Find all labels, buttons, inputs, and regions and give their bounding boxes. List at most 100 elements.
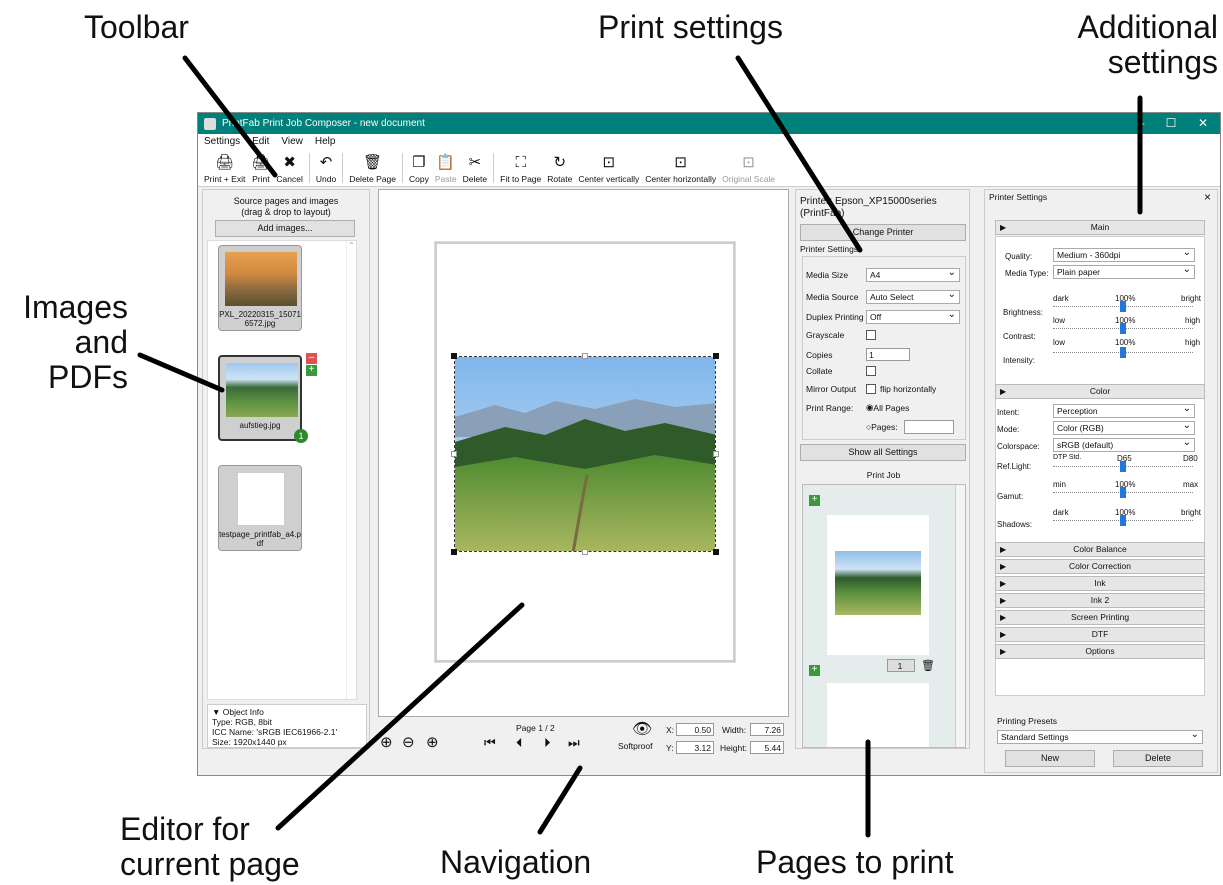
media-type-select[interactable]: Plain paper	[1053, 263, 1195, 279]
zoom-out-icon[interactable]: ⊖	[402, 733, 415, 751]
toolbar-center-horizontally-button[interactable]: ⊡ Center horizontally	[642, 150, 719, 186]
remove-icon[interactable]: –	[306, 353, 317, 364]
thumb-testpage[interactable]: testpage_printfab_a4.pdf	[218, 465, 302, 551]
insert-page-icon[interactable]: +	[809, 665, 820, 676]
resize-handle[interactable]	[713, 451, 719, 457]
contrast-slider[interactable]	[1053, 320, 1193, 336]
menu-edit[interactable]: Edit	[252, 136, 269, 147]
add-icon[interactable]: +	[306, 365, 317, 376]
first-page-icon[interactable]: ⏮	[484, 735, 496, 751]
page-editor[interactable]	[378, 189, 789, 717]
brightness-slider[interactable]	[1053, 298, 1193, 314]
toolbar-rotate-button[interactable]: ↻ Rotate	[544, 150, 575, 186]
quality-select[interactable]: Medium - 360dpi	[1053, 246, 1195, 262]
toolbar-undo-button[interactable]: ↶ Undo	[313, 150, 339, 186]
toolbar-delete-page-button[interactable]: 🗑 Delete Page	[346, 150, 399, 186]
section-screen-printing[interactable]: ▶ Screen Printing	[995, 610, 1205, 625]
toolbar-center-vertically-button[interactable]: ⊡ Center vertically	[575, 150, 642, 186]
last-page-icon[interactable]: ⏭	[568, 735, 580, 751]
section-dtf[interactable]: ▶ DTF	[995, 627, 1205, 642]
change-printer-button[interactable]: Change Printer	[800, 224, 966, 241]
toolbar-cancel-button[interactable]: ✖ Cancel	[273, 150, 305, 186]
resize-handle[interactable]	[582, 549, 588, 555]
delete-preset-button[interactable]: Delete	[1113, 750, 1203, 767]
toolbar-label: Print + Exit	[204, 174, 246, 184]
job-scrollbar[interactable]	[955, 485, 965, 747]
job-copies[interactable]: 1	[887, 659, 915, 672]
section-color[interactable]: ▶ Color	[995, 384, 1205, 399]
zoom-in-icon[interactable]: ⊕	[426, 733, 439, 751]
panel-close-icon[interactable]: ×	[1204, 190, 1211, 204]
x-label: X:	[666, 725, 675, 735]
resize-handle[interactable]	[451, 353, 457, 359]
thumb-aufstieg[interactable]: aufstieg.jpg – + 1	[218, 353, 317, 443]
print-job-list[interactable]: + 1 🗑 +	[802, 484, 966, 748]
menu-help[interactable]: Help	[315, 136, 336, 147]
colorspace-select[interactable]: sRGB (default)	[1053, 436, 1195, 452]
resize-handle[interactable]	[582, 353, 588, 359]
toolbar-label: Center vertically	[578, 174, 640, 184]
media-size-select[interactable]: A4	[866, 266, 960, 282]
job-page-2[interactable]	[827, 683, 929, 747]
resize-handle[interactable]	[451, 549, 457, 555]
thumb-scrollbar[interactable]: ⌃	[346, 241, 356, 699]
section-color-correction[interactable]: ▶ Color Correction	[995, 559, 1205, 574]
intensity-slider[interactable]	[1053, 344, 1193, 360]
grayscale-checkbox[interactable]	[866, 330, 876, 340]
resize-handle[interactable]	[451, 451, 457, 457]
minimize-icon[interactable]: –	[1126, 113, 1156, 134]
all-pages-radio[interactable]: ◉	[866, 402, 873, 413]
media-source-select[interactable]: Auto Select	[866, 288, 960, 304]
job-page-1[interactable]	[827, 515, 929, 655]
toolbar-delete-button[interactable]: ✂ Delete	[460, 150, 491, 186]
section-options[interactable]: ▶ Options	[995, 644, 1205, 659]
trash-icon[interactable]: 🗑	[921, 659, 935, 672]
source-thumbnail-list[interactable]: PXL_20220315_150716572.jpg aufstieg.jpg …	[207, 240, 357, 700]
intent-select[interactable]: Perception	[1053, 402, 1195, 418]
reflight-label: Ref.Light:	[997, 462, 1032, 471]
mirror-checkbox[interactable]	[866, 384, 876, 394]
height-field[interactable]: 5.44	[750, 741, 784, 754]
insert-page-icon[interactable]: +	[809, 495, 820, 506]
reflight-slider[interactable]	[1053, 458, 1193, 474]
maximize-icon[interactable]: ☐	[1156, 113, 1186, 134]
shadows-slider[interactable]	[1053, 512, 1193, 528]
collapse-icon[interactable]: ▼	[212, 707, 223, 717]
next-page-icon[interactable]: ⏵	[544, 735, 551, 751]
close-icon[interactable]: ✕	[1188, 113, 1218, 134]
gamut-slider[interactable]	[1053, 484, 1193, 500]
section-color-balance[interactable]: ▶ Color Balance	[995, 542, 1205, 557]
mode-select[interactable]: Color (RGB)	[1053, 419, 1195, 435]
preset-select[interactable]: Standard Settings	[997, 728, 1203, 744]
show-all-settings-button[interactable]: Show all Settings	[800, 444, 966, 461]
toolbar-copy-button[interactable]: ❐ Copy	[406, 150, 432, 186]
collate-checkbox[interactable]	[866, 366, 876, 376]
toolbar-fit-to-page-button[interactable]: ⛶ Fit to Page	[497, 150, 544, 186]
eye-icon[interactable]: 👁	[632, 719, 652, 739]
toolbar-print-exit-button[interactable]: 🖨 Print + Exit	[201, 150, 248, 186]
thumb-pxl[interactable]: PXL_20220315_150716572.jpg	[218, 245, 302, 331]
menu-settings[interactable]: Settings	[204, 136, 240, 147]
duplex-select[interactable]: Off	[866, 308, 960, 324]
section-ink[interactable]: ▶ Ink	[995, 576, 1205, 591]
resize-handle[interactable]	[713, 549, 719, 555]
menu-view[interactable]: View	[281, 136, 303, 147]
section-ink-2[interactable]: ▶ Ink 2	[995, 593, 1205, 608]
resize-handle[interactable]	[713, 353, 719, 359]
placed-image[interactable]	[454, 356, 716, 552]
width-field[interactable]: 7.26	[750, 723, 784, 736]
x-field[interactable]: 0.50	[676, 723, 714, 736]
prev-page-icon[interactable]: ⏴	[516, 735, 523, 751]
toolbar-original-scale-button[interactable]: ⊡ Original Scale	[719, 150, 778, 186]
copies-stepper[interactable]: 1	[866, 348, 910, 361]
toolbar-paste-button[interactable]: 📋 Paste	[432, 150, 460, 186]
new-preset-button[interactable]: New	[1005, 750, 1095, 767]
section-main[interactable]: ▶ Main	[995, 220, 1205, 235]
pages-input[interactable]	[903, 420, 954, 434]
fit-zoom-icon[interactable]: ⊕	[380, 733, 393, 751]
y-field[interactable]: 3.12	[676, 741, 714, 754]
toolbar-print-button[interactable]: 🖨 Print	[248, 150, 273, 186]
add-images-button[interactable]: Add images...	[215, 220, 355, 237]
media-size-label: Media Size	[806, 270, 849, 280]
current-page[interactable]	[435, 242, 735, 662]
